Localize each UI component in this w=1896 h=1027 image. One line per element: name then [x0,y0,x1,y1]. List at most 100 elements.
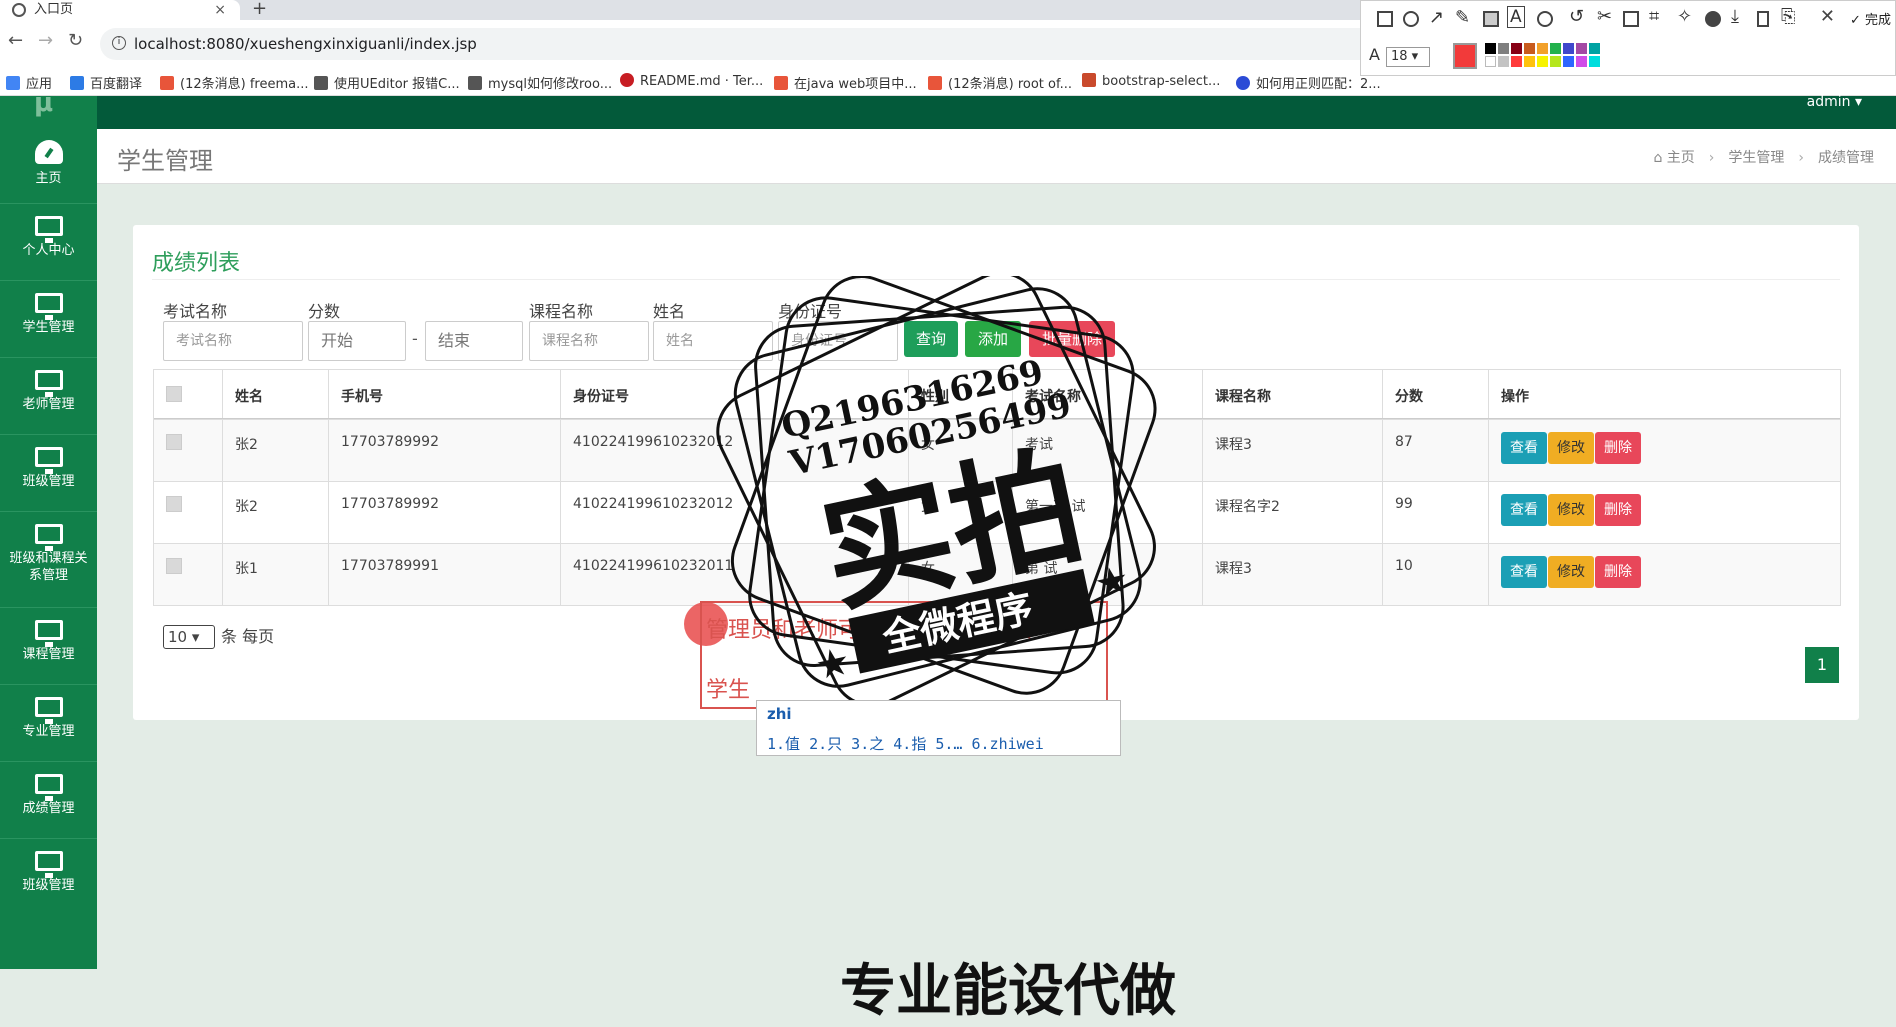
course-label: 课程名称 [529,302,594,321]
color-swatch[interactable] [1576,43,1587,54]
font-size-select[interactable]: 18 ▾ [1385,47,1430,67]
view-button[interactable]: 查看 [1501,494,1547,526]
color-swatch[interactable] [1537,56,1548,67]
font-size-control: A 18 ▾ [1369,45,1430,67]
color-swatch[interactable] [1511,56,1522,67]
bookmark-icon[interactable]: ⎘ [1781,6,1795,27]
color-swatch[interactable] [1485,43,1496,54]
sidebar-item-students[interactable]: 学生管理 [0,293,97,336]
edit-button[interactable]: 修改 [1548,556,1594,588]
phone-icon[interactable] [1757,11,1769,27]
page-header: 学生管理 ⌂ 主页 › 学生管理 › 成绩管理 [97,129,1896,184]
bookmark-item[interactable]: (12条消息) root of... [928,73,1072,92]
page-size-select[interactable]: 10 ▾ [163,625,215,649]
color-swatch[interactable] [1524,56,1535,67]
delete-button[interactable]: 删除 [1595,556,1641,588]
reload-icon[interactable]: ↻ [68,30,83,51]
monitor-icon [34,697,63,724]
sidebar-item-scores[interactable]: 成绩管理 [0,774,97,817]
color-swatch[interactable] [1498,43,1509,54]
browser-tab[interactable]: 入口页 × [0,0,240,20]
color-swatch[interactable] [1589,56,1600,67]
color-swatch[interactable] [1511,43,1522,54]
color-swatch[interactable] [1589,43,1600,54]
bookmark-item[interactable]: 百度翻译 [70,73,142,92]
breadcrumb-home[interactable]: 主页 [1667,150,1695,166]
color-swatch[interactable] [1576,56,1587,67]
row-checkbox[interactable] [166,496,182,512]
ellipse-tool-icon[interactable] [1403,11,1419,27]
copy-tool-icon[interactable] [1623,11,1639,27]
color-swatch[interactable] [1485,56,1496,67]
color-swatch[interactable] [1563,43,1574,54]
jianshu-icon [1082,73,1096,87]
cancel-annotation-icon[interactable]: ✕ [1820,6,1835,27]
new-tab-button[interactable]: + [252,0,267,19]
row-checkbox[interactable] [166,558,182,574]
close-tab-icon[interactable]: × [214,0,226,20]
course-input[interactable]: 课程名称 [529,321,649,361]
bookmark-item[interactable]: README.md · Ter... [620,73,763,89]
edit-button[interactable]: 修改 [1548,494,1594,526]
undo-icon[interactable]: ↺ [1569,6,1584,27]
logo: μ [34,88,54,118]
bookmark-item[interactable]: mysql如何修改roo... [468,73,612,92]
baidu-paw-icon [1236,76,1250,90]
exam-input[interactable]: 考试名称 [163,321,303,361]
info-icon[interactable]: i [112,36,126,50]
site-icon [314,76,328,90]
text-tool-icon[interactable]: A [1507,6,1525,28]
sidebar-item-home[interactable]: 主页 [0,140,97,187]
sidebar-item-class-course[interactable]: 班级和课程关系管理 [0,524,97,584]
score-end-input[interactable]: 结束 [425,321,523,361]
number-tool-icon[interactable] [1537,11,1553,27]
col-course: 课程名称 [1202,370,1382,418]
pen-tool-icon[interactable]: ✎ [1455,7,1470,28]
edit-button[interactable]: 修改 [1548,432,1594,464]
admin-menu[interactable]: admin ▾ [1807,95,1862,109]
magic-tool-icon[interactable]: ✧ [1677,6,1692,27]
pin-tool-icon[interactable]: ✂ [1597,6,1612,27]
page-1-button[interactable]: 1 [1805,647,1839,683]
crop-tool-icon[interactable]: ⌗ [1649,6,1659,27]
cell-phone: 17703789992 [328,420,560,481]
select-all-checkbox[interactable] [166,386,182,402]
record-tool-icon[interactable] [1705,11,1721,27]
current-color-swatch[interactable] [1453,43,1477,69]
score-start-input[interactable]: 开始 [308,321,406,361]
color-swatch[interactable] [1550,56,1561,67]
breadcrumb-students[interactable]: 学生管理 [1728,150,1784,166]
forward-icon[interactable]: → [38,30,53,51]
bookmark-item[interactable]: (12条消息) freema... [160,73,308,92]
sidebar-item-profile[interactable]: 个人中心 [0,216,97,259]
bookmark-item[interactable]: 如何用正则匹配：2... [1236,73,1381,92]
mosaic-tool-icon[interactable] [1483,11,1499,27]
bookmark-item[interactable]: 使用UEditor 报错C... [314,73,460,92]
sidebar-item-courses[interactable]: 课程管理 [0,620,97,663]
ime-input-code: zhi [767,705,792,723]
bookmark-item[interactable]: bootstrap-select... [1082,73,1220,89]
color-swatch[interactable] [1563,56,1574,67]
view-button[interactable]: 查看 [1501,556,1547,588]
sidebar-item-teachers[interactable]: 老师管理 [0,370,97,413]
bookmark-item[interactable]: 在java web项目中... [774,73,917,92]
delete-button[interactable]: 删除 [1595,432,1641,464]
color-swatch[interactable] [1524,43,1535,54]
col-score: 分数 [1382,370,1488,418]
back-icon[interactable]: ← [8,30,23,51]
color-swatch[interactable] [1550,43,1561,54]
delete-button[interactable]: 删除 [1595,494,1641,526]
color-swatch[interactable] [1498,56,1509,67]
done-button[interactable]: ✓ 完成 [1850,9,1891,28]
arrow-tool-icon[interactable]: ↗ [1429,7,1444,28]
download-icon[interactable]: ⤓ [1731,6,1739,27]
sidebar-item-majors[interactable]: 专业管理 [0,697,97,740]
row-checkbox[interactable] [166,434,182,450]
rectangle-tool-icon[interactable] [1377,11,1393,27]
color-swatch[interactable] [1537,43,1548,54]
sidebar-item-classes[interactable]: 班级管理 [0,447,97,490]
ime-candidates[interactable]: 1.值 2.只 3.之 4.指 5.… 6.zhiwei [767,733,1044,754]
site-icon [468,76,482,90]
sidebar-item-classes-2[interactable]: 班级管理 [0,851,97,894]
view-button[interactable]: 查看 [1501,432,1547,464]
